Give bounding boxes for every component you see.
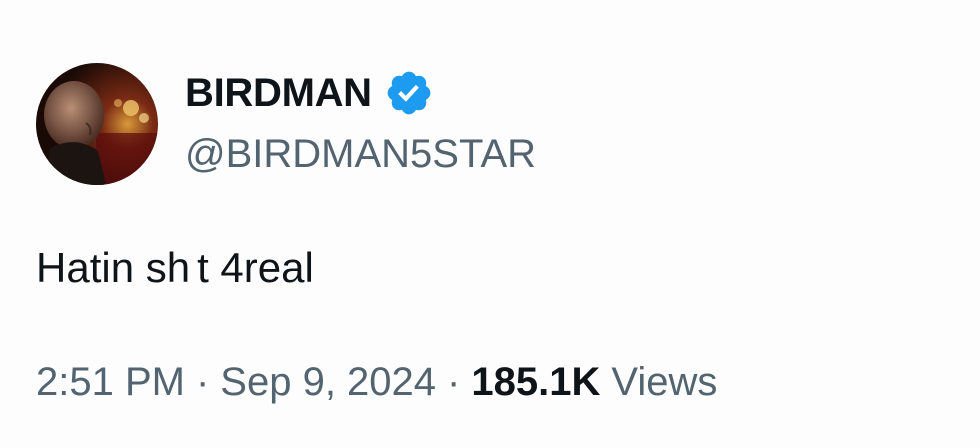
verified-badge-icon <box>384 68 434 118</box>
views-label: Views <box>611 360 718 404</box>
meta-separator: · <box>447 360 461 404</box>
author-handle[interactable]: @BIRDMAN5STAR <box>185 132 536 177</box>
author-name-row: BIRDMAN <box>185 68 434 118</box>
tweet-card: BIRDMAN @BIRDMAN5STAR Hatin sh t 4real 2… <box>0 0 980 448</box>
views-count: 185.1K <box>471 360 601 404</box>
tweet-text: Hatin sh t 4real <box>36 244 314 291</box>
avatar-image <box>36 63 158 185</box>
tweet-meta: 2:51 PM · Sep 9, 2024 · 185.1K Views <box>36 360 717 405</box>
tweet-date[interactable]: Sep 9, 2024 <box>220 360 436 405</box>
display-name[interactable]: BIRDMAN <box>185 71 372 116</box>
meta-separator: · <box>195 360 210 404</box>
avatar[interactable] <box>36 63 158 185</box>
tweet-time[interactable]: 2:51 PM <box>36 360 185 405</box>
